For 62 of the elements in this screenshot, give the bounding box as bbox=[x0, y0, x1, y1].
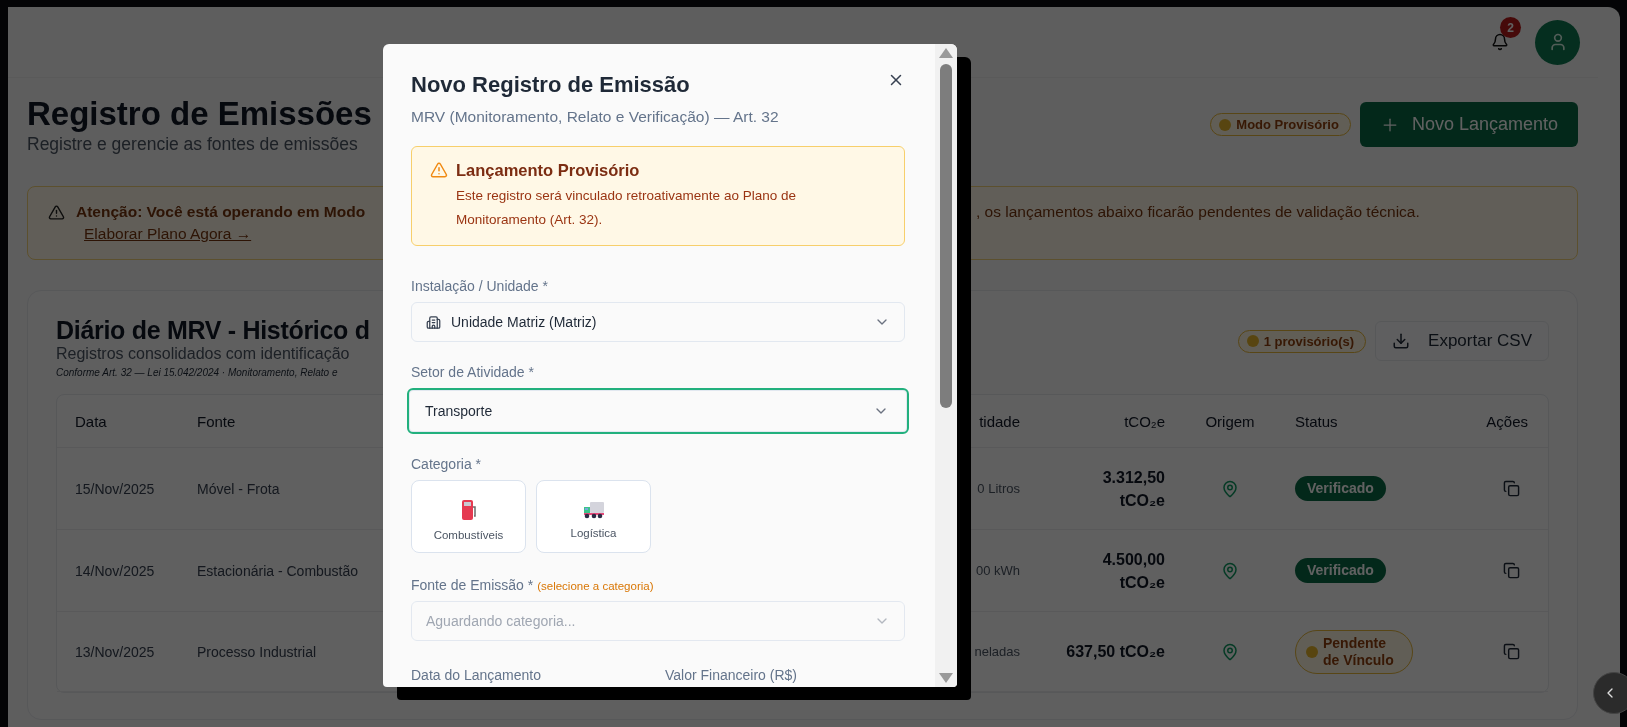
copy-icon[interactable] bbox=[1503, 562, 1520, 579]
download-icon bbox=[1392, 332, 1411, 350]
column-header: tidade bbox=[979, 412, 1020, 430]
table-cell-text: 13/Nov/2025 bbox=[75, 643, 156, 660]
field-label: Valor Financeiro (R$) bbox=[665, 667, 798, 683]
field-label: Fonte de Emissão * bbox=[411, 577, 534, 593]
table-cell-text: 14/Nov/2025 bbox=[75, 562, 156, 579]
table-cell: neladas bbox=[974, 644, 1020, 659]
truck-icon bbox=[582, 500, 605, 519]
mode-badge: Modo Provisório bbox=[1210, 113, 1351, 136]
column-header: Origem bbox=[1205, 412, 1255, 430]
field-label: Categoria * bbox=[411, 456, 483, 472]
table-cell-text: Processo Industrial bbox=[197, 643, 318, 660]
column-header: Ações bbox=[1486, 412, 1528, 430]
select-field[interactable]: Transporte bbox=[407, 388, 909, 434]
column-header: Fonte bbox=[197, 412, 236, 430]
table-cell: 00 kWh bbox=[975, 563, 1020, 578]
status-badge: Verificado bbox=[1295, 476, 1386, 501]
location-pin-icon[interactable] bbox=[1221, 479, 1239, 498]
page-title: Registro de Emissões bbox=[27, 94, 372, 134]
table-cell-text: 3.312,50 tCO₂e bbox=[1101, 467, 1165, 511]
status-badge: Verificado bbox=[1295, 558, 1386, 583]
table-cell-text: 15/Nov/2025 bbox=[75, 480, 156, 497]
modal-subtitle: MRV (Monitoramento, Relato e Verificação) — Art. 32 bbox=[411, 108, 780, 126]
column-header: tCO₂e bbox=[1124, 412, 1165, 430]
category-option[interactable]: Logística bbox=[536, 480, 651, 553]
location-pin-icon[interactable] bbox=[1221, 642, 1239, 661]
select-field[interactable]: Unidade Matriz (Matriz) bbox=[411, 302, 905, 342]
legal-note: Conforme Art. 32 — Lei 15.042/2024 · Monitoramento, Relato e bbox=[56, 367, 339, 378]
fuel-pump-icon bbox=[460, 498, 477, 521]
avatar[interactable] bbox=[1535, 19, 1580, 65]
warning-text: Atenção: Você está operando em Modo bbox=[76, 203, 367, 221]
warning-icon bbox=[430, 161, 448, 179]
field-label: Instalação / Unidade * bbox=[411, 278, 549, 294]
column-header: Status bbox=[1295, 412, 1338, 430]
copy-icon[interactable] bbox=[1503, 643, 1520, 660]
column-header: Data bbox=[75, 412, 107, 430]
table-cell-text: 4.500,00 tCO₂e bbox=[1101, 549, 1165, 593]
notice-title: Lançamento Provisório bbox=[456, 161, 641, 180]
status-badge: Pendente de Vínculo bbox=[1295, 629, 1413, 674]
provisional-badge: 1 provisório(s) bbox=[1237, 329, 1367, 353]
warning-text: , os lançamentos abaixo ficarão pendentes de validação técnica. bbox=[976, 203, 1421, 221]
copy-icon[interactable] bbox=[1503, 480, 1520, 497]
warning-icon bbox=[48, 203, 65, 221]
field-label: Data do Lançamento bbox=[411, 667, 542, 683]
bell-icon[interactable] bbox=[1491, 33, 1509, 51]
table-cell-text: Móvel - Frota bbox=[197, 480, 281, 497]
table-cell: 0 Litros bbox=[977, 481, 1020, 496]
table-cell-text: Estacionária - Combustão bbox=[197, 562, 360, 579]
field-hint: (selecione a categoria) bbox=[537, 580, 654, 592]
category-option[interactable]: Combustíveis bbox=[411, 480, 526, 553]
card-title: Diário de MRV - Histórico d bbox=[56, 315, 370, 345]
scrollbar[interactable] bbox=[935, 44, 957, 687]
location-pin-icon[interactable] bbox=[1221, 561, 1239, 580]
notification-badge: 2 bbox=[1500, 17, 1521, 38]
table-cell-text: 637,50 tCO₂e bbox=[1066, 642, 1165, 662]
building-icon bbox=[426, 314, 441, 330]
field-label: Setor de Atividade * bbox=[411, 364, 535, 380]
modal-title: Novo Registro de Emissão bbox=[411, 71, 690, 99]
page-subtitle: Registre e gerencie as fontes de emissões bbox=[27, 134, 359, 154]
notice-text: Este registro será vinculado retroativamente ao Plano de Monitoramento (Art. 32). bbox=[456, 187, 797, 229]
card-subtitle: Registros consolidados com identificação bbox=[56, 345, 351, 363]
